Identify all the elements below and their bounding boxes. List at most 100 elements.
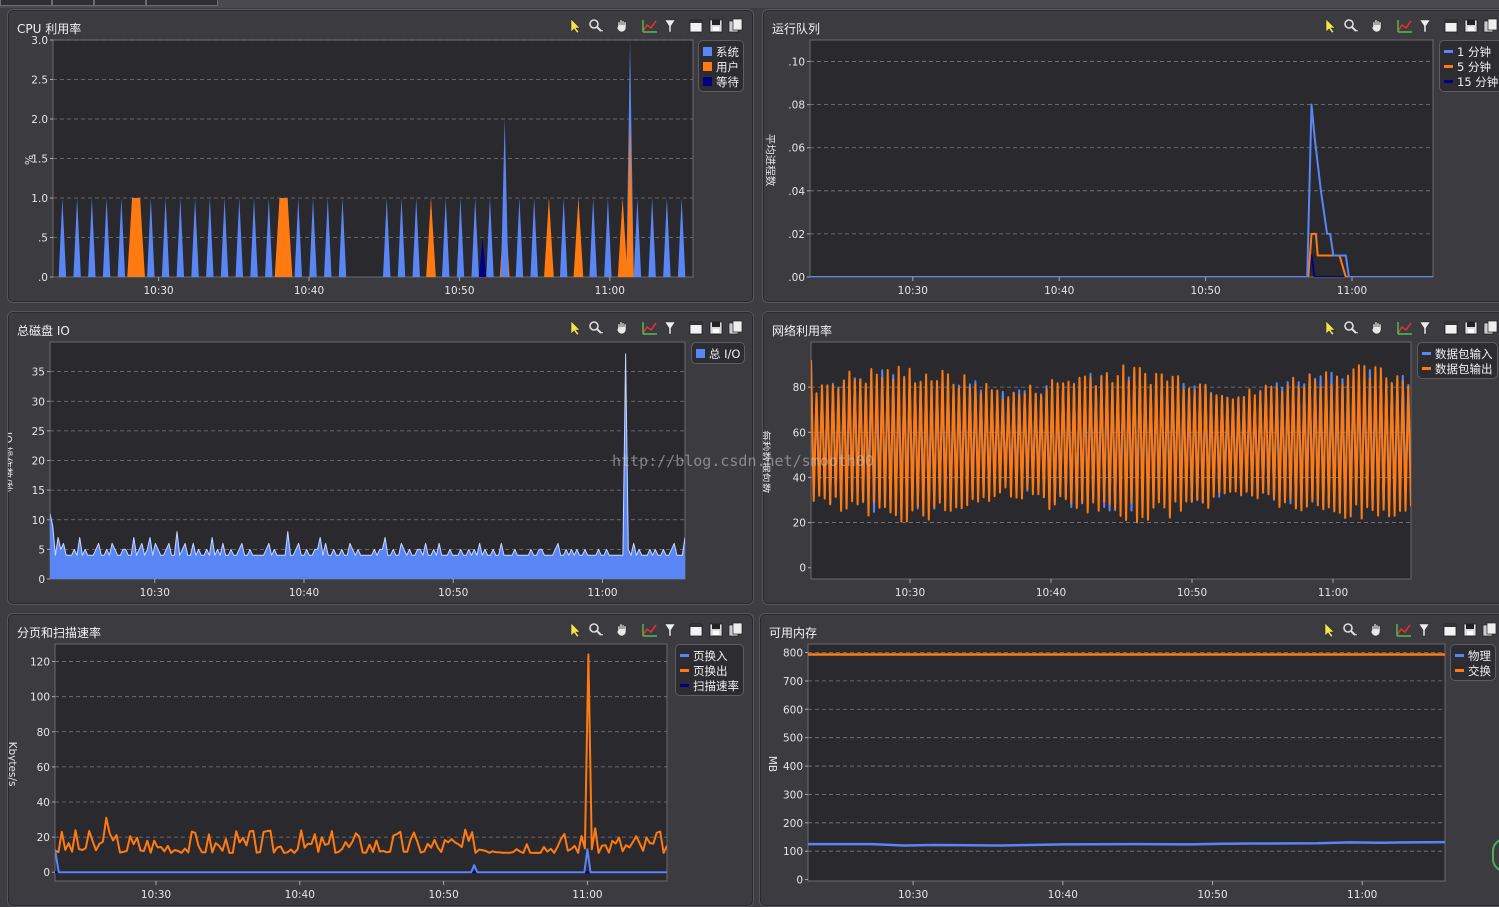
y-tick-label: 0 bbox=[799, 563, 806, 575]
pan-hand-icon[interactable] bbox=[614, 320, 630, 336]
save-icon[interactable] bbox=[708, 18, 724, 34]
series-area-系统 bbox=[618, 198, 627, 277]
zoom-icon[interactable] bbox=[1343, 18, 1359, 34]
chart-legend[interactable]: 数据包输入 数据包输出 bbox=[1417, 342, 1498, 379]
chart-type-icon[interactable] bbox=[1397, 18, 1413, 34]
filter-icon[interactable] bbox=[1417, 320, 1433, 336]
zoom-icon[interactable] bbox=[588, 320, 604, 336]
zoom-icon[interactable] bbox=[588, 622, 604, 638]
pan-hand-icon[interactable] bbox=[614, 18, 630, 34]
chart-legend[interactable]: 总 I/O bbox=[691, 342, 746, 364]
x-tick-label: 10:40 bbox=[285, 889, 315, 901]
window-icon[interactable] bbox=[688, 18, 704, 34]
legend-item[interactable]: 总 I/O bbox=[696, 346, 740, 361]
legend-label: 用户 bbox=[716, 59, 739, 74]
window-icon[interactable] bbox=[688, 622, 704, 638]
chart-legend[interactable]: 系统 用户 等待 bbox=[698, 40, 744, 92]
chart-svg: .10 .08 .06 .04 .02 .00 10:30 10:40 10:50 11:00 平均… bbox=[764, 39, 1434, 297]
window-icon[interactable] bbox=[688, 320, 704, 336]
copy-icon[interactable] bbox=[728, 320, 744, 336]
series-area-系统 bbox=[294, 198, 302, 277]
legend-swatch bbox=[1422, 367, 1431, 370]
chart-type-icon[interactable] bbox=[1396, 622, 1412, 638]
window-icon[interactable] bbox=[1442, 622, 1458, 638]
select-pointer-icon[interactable] bbox=[1323, 320, 1339, 336]
legend-item[interactable]: 1 分钟 bbox=[1444, 44, 1498, 59]
chart-type-icon[interactable] bbox=[1397, 320, 1413, 336]
chart-svg: 800 700 600 500 400 300 200 100 0 10:30 10:40 10:50… bbox=[766, 643, 1446, 901]
series-area-系统 bbox=[515, 198, 524, 277]
pan-hand-icon[interactable] bbox=[1369, 18, 1385, 34]
legend-item[interactable]: 5 分钟 bbox=[1444, 59, 1498, 74]
chart-type-icon[interactable] bbox=[642, 320, 658, 336]
filter-icon[interactable] bbox=[662, 18, 678, 34]
copy-icon[interactable] bbox=[728, 622, 744, 638]
y-tick-label: .5 bbox=[38, 233, 48, 245]
tab-stub-1[interactable] bbox=[0, 0, 52, 6]
chart-legend[interactable]: 页换入 页换出 扫描速率 bbox=[675, 644, 744, 696]
legend-item[interactable]: 物理 bbox=[1455, 648, 1491, 663]
copy-icon[interactable] bbox=[1482, 622, 1498, 638]
y-tick-label: 80 bbox=[793, 382, 806, 394]
legend-swatch bbox=[1455, 654, 1464, 657]
legend-label: 页换出 bbox=[693, 663, 728, 678]
plot-area bbox=[807, 643, 1446, 882]
select-pointer-icon[interactable] bbox=[568, 18, 584, 34]
legend-item[interactable]: 15 分钟 bbox=[1444, 74, 1498, 89]
legend-swatch bbox=[680, 654, 689, 657]
copy-icon[interactable] bbox=[1483, 18, 1499, 34]
chart-type-icon[interactable] bbox=[642, 18, 658, 34]
pan-hand-icon[interactable] bbox=[1369, 320, 1385, 336]
y-tick-label: 100 bbox=[783, 846, 803, 858]
legend-item[interactable]: 等待 bbox=[703, 74, 739, 89]
save-icon[interactable] bbox=[1463, 320, 1479, 336]
filter-icon[interactable] bbox=[662, 622, 678, 638]
chart-legend[interactable]: 物理 交换 bbox=[1450, 644, 1496, 681]
legend-item[interactable]: 页换出 bbox=[680, 663, 739, 678]
tab-stub-4[interactable] bbox=[146, 0, 218, 6]
series-area-系统 bbox=[73, 198, 81, 277]
legend-item[interactable]: 扫描速率 bbox=[680, 678, 739, 693]
tab-stub-2[interactable] bbox=[52, 0, 94, 6]
save-icon[interactable] bbox=[1462, 622, 1478, 638]
pan-hand-icon[interactable] bbox=[1368, 622, 1384, 638]
chart-type-icon[interactable] bbox=[642, 622, 658, 638]
legend-item[interactable]: 数据包输入 bbox=[1422, 346, 1493, 361]
copy-icon[interactable] bbox=[1483, 320, 1499, 336]
select-pointer-icon[interactable] bbox=[568, 320, 584, 336]
legend-swatch bbox=[703, 47, 712, 56]
tab-stub-3[interactable] bbox=[94, 0, 146, 6]
zoom-icon[interactable] bbox=[588, 18, 604, 34]
filter-icon[interactable] bbox=[662, 320, 678, 336]
legend-item[interactable]: 数据包输出 bbox=[1422, 361, 1493, 376]
window-icon[interactable] bbox=[1443, 320, 1459, 336]
save-icon[interactable] bbox=[708, 622, 724, 638]
legend-item[interactable]: 用户 bbox=[703, 59, 739, 74]
zoom-icon[interactable] bbox=[1343, 320, 1359, 336]
legend-item[interactable]: 系统 bbox=[703, 44, 739, 59]
save-icon[interactable] bbox=[1463, 18, 1479, 34]
x-tick-label: 11:00 bbox=[595, 285, 625, 297]
select-pointer-icon[interactable] bbox=[568, 622, 584, 638]
copy-icon[interactable] bbox=[728, 18, 744, 34]
save-icon[interactable] bbox=[708, 320, 724, 336]
filter-icon[interactable] bbox=[1417, 18, 1433, 34]
series-area-系统 bbox=[58, 198, 67, 277]
window-icon[interactable] bbox=[1443, 18, 1459, 34]
legend-item[interactable]: 页换入 bbox=[680, 648, 739, 663]
panel-title: CPU 利用率 bbox=[17, 22, 82, 36]
filter-icon[interactable] bbox=[1416, 622, 1432, 638]
x-tick-label: 10:50 bbox=[444, 285, 474, 297]
select-pointer-icon[interactable] bbox=[1322, 622, 1338, 638]
series-area-系统 bbox=[530, 198, 538, 277]
legend-item[interactable]: 交换 bbox=[1455, 663, 1491, 678]
chart-legend[interactable]: 1 分钟 5 分钟 15 分钟 bbox=[1439, 40, 1499, 92]
y-axis-label: % bbox=[22, 155, 34, 165]
y-tick-label: 20 bbox=[37, 832, 50, 844]
legend-swatch bbox=[1444, 65, 1453, 68]
zoom-icon[interactable] bbox=[1342, 622, 1358, 638]
legend-label: 系统 bbox=[716, 44, 739, 59]
y-tick-label: 600 bbox=[783, 704, 803, 716]
select-pointer-icon[interactable] bbox=[1323, 18, 1339, 34]
pan-hand-icon[interactable] bbox=[614, 622, 630, 638]
